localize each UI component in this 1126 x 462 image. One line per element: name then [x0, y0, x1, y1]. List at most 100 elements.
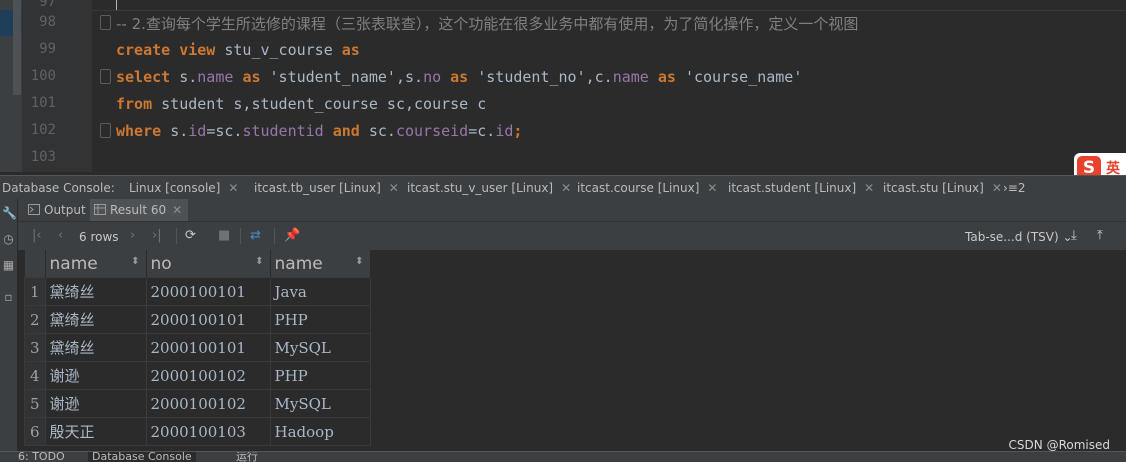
- table-icon: [94, 204, 106, 215]
- column-header-name[interactable]: name ⬍: [45, 250, 147, 278]
- line-number: 102: [30, 122, 56, 138]
- line-number: 98: [39, 14, 56, 30]
- cell-no[interactable]: 2000100101: [145, 305, 271, 334]
- sql-editor[interactable]: 97 98 99 100 101 102 103 -- 2.查询每个学生所选修的…: [0, 0, 1126, 172]
- watermark: CSDN @Romised: [1008, 438, 1110, 452]
- previous-line-area: [92, 0, 1126, 11]
- tab-stu-v-user[interactable]: itcast.stu_v_user [Linux] ✕: [407, 181, 571, 195]
- stop-icon[interactable]: ■: [218, 228, 230, 243]
- result-tabbar: Output Result 60 ✕: [18, 199, 1126, 221]
- cell-no[interactable]: 2000100102: [145, 389, 271, 418]
- editor-scrollbar[interactable]: [13, 0, 21, 95]
- cell-name[interactable]: 殷天正: [44, 417, 147, 446]
- tab-course[interactable]: itcast.course [Linux] ✕: [577, 181, 717, 195]
- fold-marker[interactable]: [100, 123, 111, 138]
- line-number: 99: [39, 41, 56, 57]
- cell-name[interactable]: 谢逊: [44, 361, 147, 390]
- table-row[interactable]: 4 谢逊 2000100102 PHP: [24, 361, 371, 390]
- upload-icon[interactable]: ⤒: [1097, 228, 1103, 243]
- last-page-icon[interactable]: ›|: [152, 228, 162, 243]
- cell-course-name[interactable]: Hadoop: [269, 417, 371, 446]
- text-caret: [116, 0, 117, 10]
- code-line-101: from student s,student_course sc,course …: [116, 95, 487, 113]
- code-comment: -- 2.查询每个学生所选修的课程（三张表联查），这个功能在很多业务中都有使用，…: [116, 15, 859, 33]
- row-number: 4: [24, 361, 46, 390]
- cell-course-name[interactable]: PHP: [269, 361, 371, 390]
- cell-name[interactable]: 黛绮丝: [44, 305, 147, 334]
- row-number: 1: [24, 277, 46, 306]
- toolbar-separator: [240, 228, 241, 244]
- panel-icon[interactable]: ▫: [2, 291, 15, 304]
- wrench-icon[interactable]: 🔧: [2, 207, 17, 220]
- more-tabs-button[interactable]: ›≡2: [1003, 181, 1026, 195]
- tool-window-left-strip: 🔧 ◷ ▦ ▫: [0, 199, 18, 461]
- cell-no[interactable]: 2000100101: [145, 277, 271, 306]
- close-icon[interactable]: ✕: [864, 181, 874, 195]
- code-line-102: where s.id=sc.studentid and sc.courseid=…: [116, 122, 523, 140]
- tab-tb-user[interactable]: itcast.tb_user [Linux] ✕: [254, 181, 399, 195]
- row-number: 6: [24, 417, 46, 446]
- sort-icon[interactable]: ⬍: [355, 256, 363, 267]
- result-grid[interactable]: name ⬍ no ⬍ name ⬍ 1 黛绮丝 2000100101 Java 2 …: [18, 250, 1126, 461]
- line-number: 101: [30, 95, 56, 111]
- close-icon[interactable]: ✕: [228, 181, 238, 195]
- first-page-icon[interactable]: |‹: [32, 228, 42, 243]
- sort-icon[interactable]: ⬍: [255, 256, 263, 267]
- line-number: 103: [30, 149, 56, 165]
- refresh-icon[interactable]: ⟳: [185, 228, 196, 243]
- result-toolbar: |‹ ‹ 6 rows › ›| ⟳ ■ ⇄ 📌 Tab-se...d (TSV…: [18, 221, 1126, 251]
- tab-student[interactable]: itcast.student [Linux] ✕: [728, 181, 874, 195]
- close-icon[interactable]: ✕: [389, 181, 399, 195]
- compare-icon[interactable]: ⇄: [250, 228, 261, 243]
- toolbar-separator: [176, 228, 177, 244]
- row-number: 5: [24, 389, 46, 418]
- tab-linux-console[interactable]: Linux [console] ✕: [129, 181, 238, 195]
- database-console-label: Database Console:: [2, 181, 115, 195]
- sort-icon[interactable]: ⬍: [131, 256, 139, 267]
- next-page-icon[interactable]: ›: [130, 228, 135, 243]
- cell-name[interactable]: 谢逊: [44, 389, 147, 418]
- line-number: 97: [39, 0, 56, 10]
- cell-course-name[interactable]: MySQL: [269, 389, 371, 418]
- cell-name[interactable]: 黛绮丝: [44, 333, 147, 362]
- fold-marker[interactable]: [100, 69, 111, 84]
- console-icon: [28, 204, 40, 215]
- table-row[interactable]: 1 黛绮丝 2000100101 Java: [24, 277, 371, 306]
- table-row[interactable]: 6 殷天正 2000100103 Hadoop: [24, 417, 371, 446]
- previous-page-icon[interactable]: ‹: [58, 228, 63, 243]
- cell-name[interactable]: 黛绮丝: [44, 277, 147, 306]
- result-table: name ⬍ no ⬍ name ⬍ 1 黛绮丝 2000100101 Java 2 …: [24, 250, 371, 446]
- column-header-course-name[interactable]: name ⬍: [270, 250, 371, 278]
- download-icon[interactable]: ⤓: [1071, 228, 1077, 243]
- cell-no[interactable]: 2000100102: [145, 361, 271, 390]
- clock-icon[interactable]: ◷: [2, 233, 15, 246]
- code-line-100: select s.name as 'student_name',s.no as …: [116, 68, 803, 86]
- layout-icon[interactable]: ▦: [2, 259, 15, 272]
- database-console-tabbar: Database Console: Linux [console] ✕ itcas…: [0, 175, 1126, 200]
- cell-course-name[interactable]: MySQL: [269, 333, 371, 362]
- pin-icon[interactable]: 📌: [284, 228, 300, 243]
- table-row[interactable]: 3 黛绮丝 2000100101 MySQL: [24, 333, 371, 362]
- tab-result-60[interactable]: Result 60 ✕: [90, 199, 189, 221]
- row-count: 6 rows: [79, 230, 119, 244]
- close-icon[interactable]: ✕: [992, 181, 1002, 195]
- table-row[interactable]: 5 谢逊 2000100102 MySQL: [24, 389, 371, 418]
- close-icon[interactable]: ✕: [707, 181, 717, 195]
- cell-no[interactable]: 2000100101: [145, 333, 271, 362]
- close-icon[interactable]: ✕: [561, 181, 571, 195]
- close-icon[interactable]: ✕: [172, 203, 188, 217]
- cell-course-name[interactable]: PHP: [269, 305, 371, 334]
- export-format-select[interactable]: Tab-se...d (TSV) ⌄: [965, 230, 1073, 244]
- tab-stu[interactable]: itcast.stu [Linux] ✕: [883, 181, 1002, 195]
- row-number-header: [24, 250, 46, 278]
- toolbar-separator: [274, 228, 275, 244]
- row-number: 2: [24, 305, 46, 334]
- table-row[interactable]: 2 黛绮丝 2000100101 PHP: [24, 305, 371, 334]
- bottom-tool-bar: 6: TODO Database Console 运行: [0, 451, 1126, 462]
- editor-left-strip: [0, 0, 22, 172]
- line-number: 100: [30, 68, 56, 84]
- cell-course-name[interactable]: Java: [269, 277, 371, 306]
- cell-no[interactable]: 2000100103: [145, 417, 271, 446]
- column-header-no[interactable]: no ⬍: [146, 250, 271, 278]
- fold-marker[interactable]: [100, 15, 111, 30]
